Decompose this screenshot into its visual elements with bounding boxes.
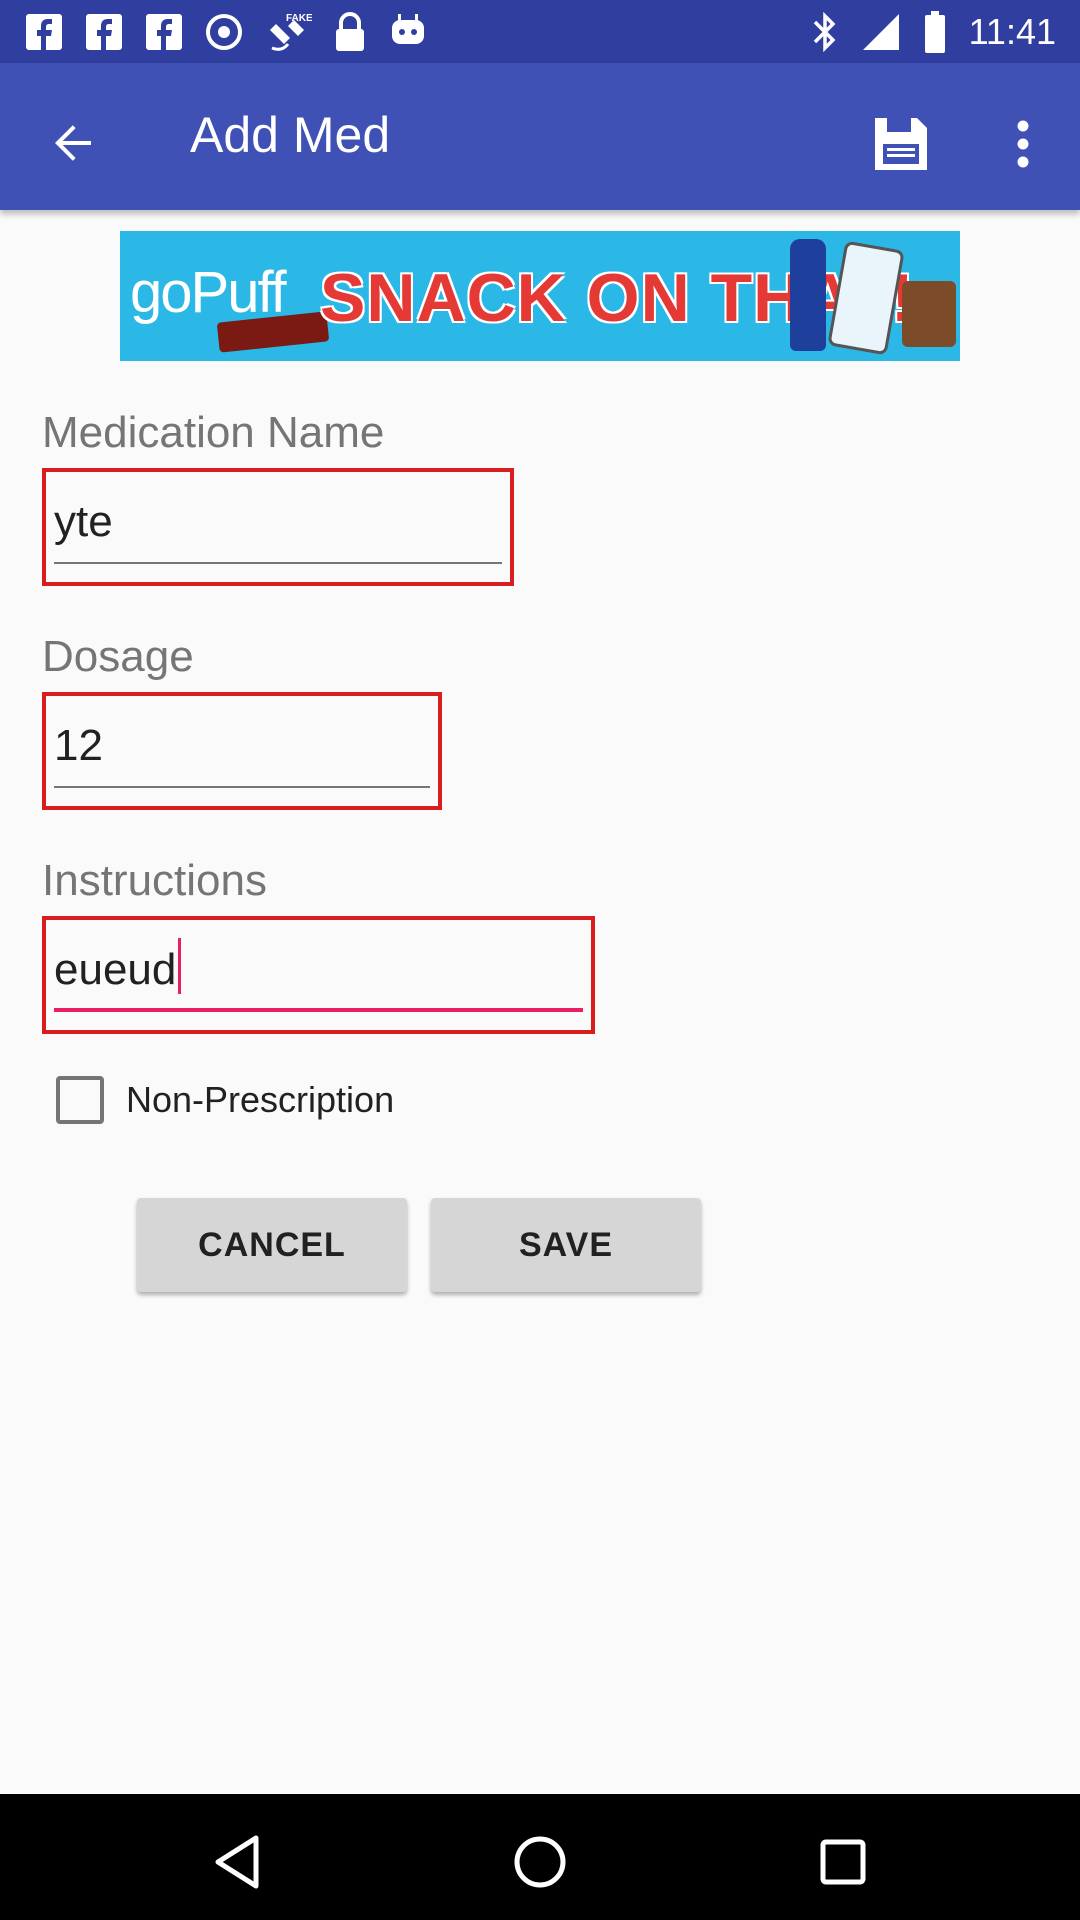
facebook-icon [86, 14, 122, 50]
vpn-icon [206, 14, 242, 50]
floppy-save-icon [875, 118, 927, 170]
cancel-button[interactable]: CANCEL [137, 1198, 407, 1292]
ice-cream-image [902, 281, 956, 347]
medication-name-label: Medication Name [42, 408, 385, 457]
save-toolbar-button[interactable] [856, 99, 946, 189]
dosage-field[interactable]: 12 [42, 692, 442, 810]
more-vert-icon [1017, 120, 1029, 168]
text-caret [178, 938, 182, 994]
dosage-input[interactable]: 12 [54, 702, 430, 790]
android-icon [392, 14, 424, 44]
back-button[interactable] [28, 99, 118, 189]
non-prescription-label: Non-Prescription [126, 1079, 395, 1120]
instructions-underline [54, 1008, 583, 1012]
home-circle-icon [514, 1836, 566, 1888]
svg-text:FAKE: FAKE [286, 13, 312, 24]
status-right: 11:41 [811, 10, 1056, 54]
drink-bottle-image [790, 239, 826, 351]
page-title: Add Med [190, 107, 391, 163]
medication-name-input[interactable]: yte [54, 478, 502, 566]
arrow-back-icon [55, 125, 91, 161]
navigation-bar [0, 1794, 1080, 1920]
status-time: 11:41 [968, 11, 1056, 52]
nav-back-button[interactable] [197, 1822, 277, 1902]
instructions-input-wrap[interactable]: eueud [54, 926, 583, 1014]
app-bar: Add Med [0, 63, 1080, 210]
dosage-label: Dosage [42, 632, 194, 681]
instructions-label: Instructions [42, 856, 267, 905]
non-prescription-checkbox[interactable] [56, 1076, 104, 1124]
fake-gps-icon: FAKE [270, 13, 312, 51]
save-button[interactable]: SAVE [431, 1198, 701, 1292]
battery-icon [924, 11, 945, 53]
bluetooth-icon [813, 12, 836, 52]
nav-recents-button[interactable] [803, 1822, 883, 1902]
dosage-underline [54, 786, 430, 788]
more-options-button[interactable] [978, 99, 1068, 189]
medication-name-field[interactable]: yte [42, 468, 514, 586]
back-triangle-icon [215, 1835, 259, 1889]
facebook-icon [146, 14, 182, 50]
recents-square-icon [820, 1839, 866, 1885]
phone-image [827, 240, 905, 356]
signal-icon [862, 14, 899, 50]
nav-home-button[interactable] [500, 1822, 580, 1902]
instructions-input[interactable]: eueud [54, 945, 176, 994]
non-prescription-row[interactable]: Non-Prescription [56, 1072, 394, 1128]
status-bar: FAKE 11:41 [0, 0, 1080, 63]
medication-name-underline [54, 562, 502, 564]
notification-icons: FAKE [24, 10, 428, 54]
ad-banner[interactable]: goPuff SNACK ON THAT! [120, 231, 960, 361]
facebook-icon [26, 14, 62, 50]
instructions-field[interactable]: eueud [42, 916, 595, 1034]
ad-brand: goPuff [130, 260, 287, 325]
lock-icon [336, 12, 364, 51]
